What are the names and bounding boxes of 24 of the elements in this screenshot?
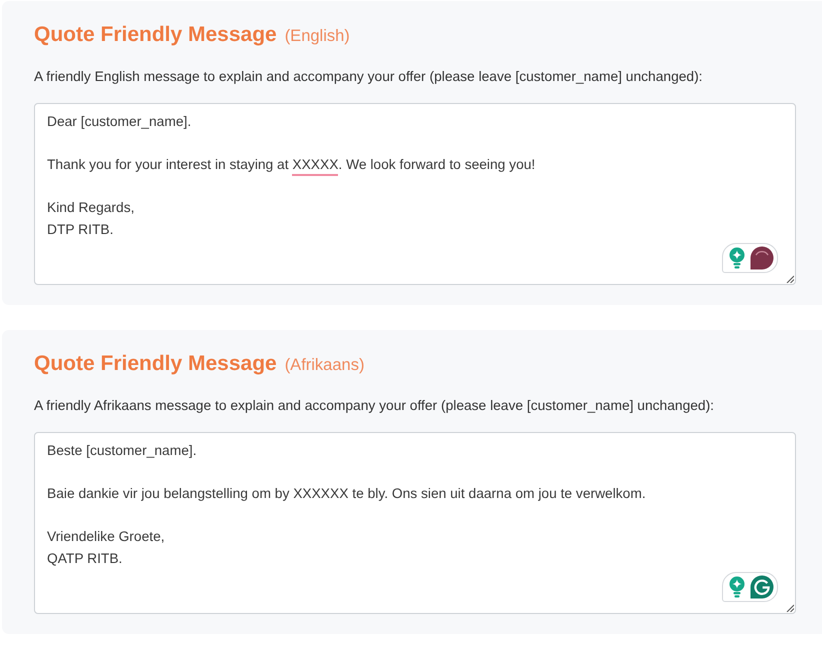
message-line: Thank you for your interest in staying at XXXXX. We look forward to seeing you! bbox=[47, 154, 783, 176]
message-line: Beste [customer_name]. bbox=[47, 442, 198, 460]
message-line: QATP RITB. bbox=[47, 550, 124, 568]
logo-icon[interactable] bbox=[750, 575, 774, 599]
section-title: Quote Friendly Message bbox=[34, 352, 277, 375]
message-field[interactable]: Beste [customer_name]. Baie dankie vir jou belangstelling om by XXXXXX te bly. Ons sien uit daarna om jou te verwelkom. Vriendelike Groete, QATP RITB. bbox=[34, 432, 796, 614]
lightbulb-icon[interactable] bbox=[729, 576, 745, 598]
language-label: (English) bbox=[284, 27, 350, 45]
spinner-icon[interactable] bbox=[750, 246, 774, 270]
language-label: (Afrikaans) bbox=[284, 356, 364, 374]
field-description: A friendly Afrikaans message to explain and accompany your offer (please leave [customer_name] unchanged): bbox=[34, 397, 716, 415]
writing-assistant-widget[interactable] bbox=[722, 572, 778, 602]
message-field[interactable]: Dear [customer_name]. Thank you for your interest in staying at XXXXX. We look forward to seeing you! Kind Regards, DTP RITB. bbox=[34, 103, 796, 285]
resize-handle-icon[interactable] bbox=[786, 275, 794, 283]
writing-assistant-widget[interactable] bbox=[722, 243, 778, 273]
message-line: DTP RITB. bbox=[47, 221, 114, 239]
section-title: Quote Friendly Message bbox=[34, 23, 277, 46]
message-line: Dear [customer_name]. bbox=[47, 113, 192, 131]
lightbulb-icon[interactable] bbox=[729, 247, 745, 269]
message-line: Vriendelike Groete, bbox=[47, 528, 166, 546]
resize-handle-icon[interactable] bbox=[786, 604, 794, 612]
message-line: Baie dankie vir jou belangstelling om by XXXXXX te bly. Ons sien uit daarna om jou te verwelkom. bbox=[47, 485, 647, 503]
message-line: Kind Regards, bbox=[47, 199, 136, 217]
field-description: A friendly English message to explain and accompany your offer (please leave [customer_name] unchanged): bbox=[34, 68, 704, 86]
